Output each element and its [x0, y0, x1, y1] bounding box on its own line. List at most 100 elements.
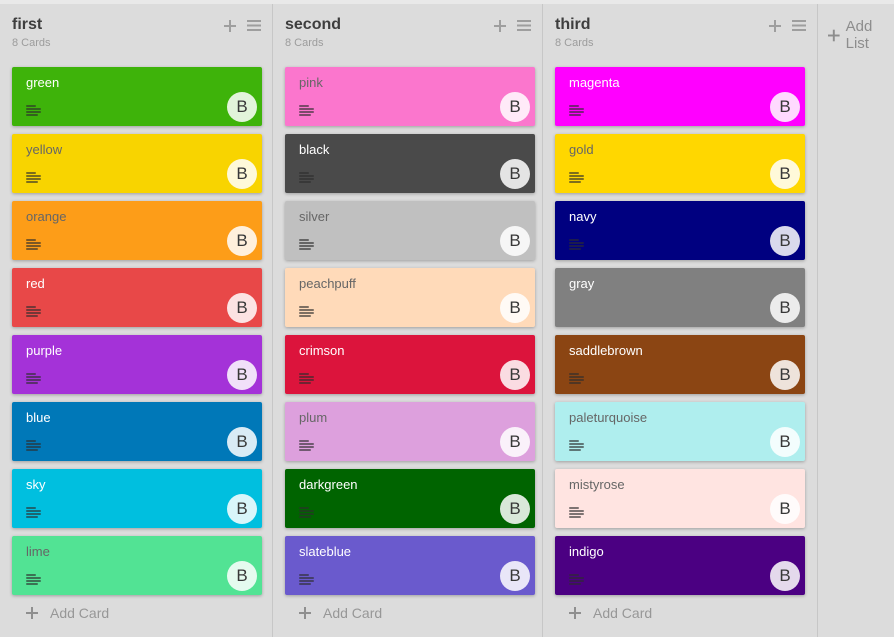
card-slateblue[interactable]: slateblue B — [285, 536, 535, 595]
description-lines-icon — [26, 440, 41, 452]
list-header: first8 Cards — [12, 16, 272, 50]
list-card-count: 8 Cards — [555, 37, 594, 50]
description-lines-icon — [299, 440, 314, 452]
add-card-button[interactable]: Add Card — [555, 605, 817, 621]
card-title: silver — [299, 209, 329, 225]
list-menu-icon[interactable] — [517, 20, 531, 31]
card-saddlebrown[interactable]: saddlebrownB — [555, 335, 805, 394]
card-darkgreen[interactable]: darkgreen B — [285, 469, 535, 528]
card-title: orange — [26, 209, 66, 225]
card-title: indigo — [569, 544, 604, 560]
card-title: mistyrose — [569, 477, 625, 493]
add-card-plus-icon[interactable] — [494, 20, 506, 32]
card-title: gray — [569, 276, 594, 292]
card-badge: B — [770, 226, 800, 256]
description-lines-icon — [569, 574, 584, 586]
add-card-label: Add Card — [593, 605, 652, 621]
card-badge: B — [227, 226, 257, 256]
list-header-text: third 8 Cards — [555, 16, 594, 50]
list-menu-icon[interactable] — [247, 20, 261, 31]
add-card-plus-icon[interactable] — [224, 20, 236, 32]
plus-icon — [828, 29, 840, 42]
list-menu-icon[interactable] — [792, 20, 806, 31]
card-silver[interactable]: silverB — [285, 201, 535, 260]
card-title: red — [26, 276, 45, 292]
card-orange[interactable]: orange B — [12, 201, 262, 260]
card-blue[interactable]: blueB — [12, 402, 262, 461]
card-pink[interactable]: pink B — [285, 67, 535, 126]
card-green[interactable]: greenB — [12, 67, 262, 126]
card-title: yellow — [26, 142, 62, 158]
card-badge: B — [227, 293, 257, 323]
card-indigo[interactable]: indigo B — [555, 536, 805, 595]
description-lines-icon — [299, 306, 314, 318]
card-badge: B — [770, 293, 800, 323]
card-title: lime — [26, 544, 50, 560]
add-card-plus-icon[interactable] — [769, 20, 781, 32]
card-title: plum — [299, 410, 327, 426]
card-title: peachpuff — [299, 276, 356, 292]
card-magenta[interactable]: magenta B — [555, 67, 805, 126]
card-stack: greenByellowBorangeBredBpurpleBblueBskyB… — [12, 67, 272, 595]
card-gold[interactable]: goldB — [555, 134, 805, 193]
add-list-column: Add List — [818, 4, 894, 637]
card-title: darkgreen — [299, 477, 358, 493]
list-column-second: second8 CardspinkBblackBsilverBpeachpuff… — [273, 4, 543, 637]
add-card-button[interactable]: Add Card — [12, 605, 272, 621]
card-title: magenta — [569, 75, 620, 91]
card-red[interactable]: red B — [12, 268, 262, 327]
description-lines-icon — [26, 172, 41, 184]
card-badge: B — [770, 92, 800, 122]
description-lines-icon — [26, 507, 41, 519]
card-sky[interactable]: sky B — [12, 469, 262, 528]
card-black[interactable]: blackB — [285, 134, 535, 193]
list-card-count: 8 Cards — [12, 37, 51, 50]
card-navy[interactable]: navyB — [555, 201, 805, 260]
card-badge: B — [770, 561, 800, 591]
card-yellow[interactable]: yellowB — [12, 134, 262, 193]
card-plum[interactable]: plumB — [285, 402, 535, 461]
plus-icon — [569, 607, 581, 619]
card-title: sky — [26, 477, 46, 493]
description-lines-icon — [299, 172, 314, 184]
list-header-icons — [769, 20, 806, 32]
card-gray[interactable]: gray B — [555, 268, 805, 327]
list-title: third — [555, 16, 594, 34]
plus-icon — [26, 607, 38, 619]
card-badge: B — [500, 293, 530, 323]
card-paleturquoise[interactable]: paleturquoise B — [555, 402, 805, 461]
list-header: second8 Cards — [285, 16, 542, 50]
card-badge: B — [500, 494, 530, 524]
card-title: purple — [26, 343, 62, 359]
list-header-icons — [224, 20, 261, 32]
card-lime[interactable]: lime B — [12, 536, 262, 595]
add-list-button[interactable]: Add List — [828, 18, 894, 52]
card-purple[interactable]: purple B — [12, 335, 262, 394]
card-badge: B — [227, 494, 257, 524]
card-badge: B — [770, 494, 800, 524]
card-badge: B — [500, 92, 530, 122]
card-badge: B — [227, 561, 257, 591]
list-header-icons — [494, 20, 531, 32]
description-lines-icon — [299, 507, 314, 519]
card-badge: B — [227, 92, 257, 122]
description-lines-icon — [26, 239, 41, 251]
card-peachpuff[interactable]: peachpuff B — [285, 268, 535, 327]
card-mistyrose[interactable]: mistyrose B — [555, 469, 805, 528]
card-title: pink — [299, 75, 323, 91]
card-stack: pinkBblackBsilverBpeachpuffBcrimsonBplum… — [285, 67, 542, 595]
card-title: blue — [26, 410, 51, 426]
description-lines-icon — [569, 507, 584, 519]
card-badge: B — [770, 427, 800, 457]
card-title: slateblue — [299, 544, 351, 560]
description-lines-icon — [26, 306, 41, 318]
card-crimson[interactable]: crimsonB — [285, 335, 535, 394]
board-columns: first8 CardsgreenByellowBorangeBredBpurp… — [0, 4, 894, 637]
card-badge: B — [227, 360, 257, 390]
card-badge: B — [500, 561, 530, 591]
card-title: paleturquoise — [569, 410, 647, 426]
list-header-text: first8 Cards — [12, 16, 51, 50]
description-lines-icon — [26, 105, 41, 117]
description-lines-icon — [299, 373, 314, 385]
add-card-button[interactable]: Add Card — [285, 605, 542, 621]
